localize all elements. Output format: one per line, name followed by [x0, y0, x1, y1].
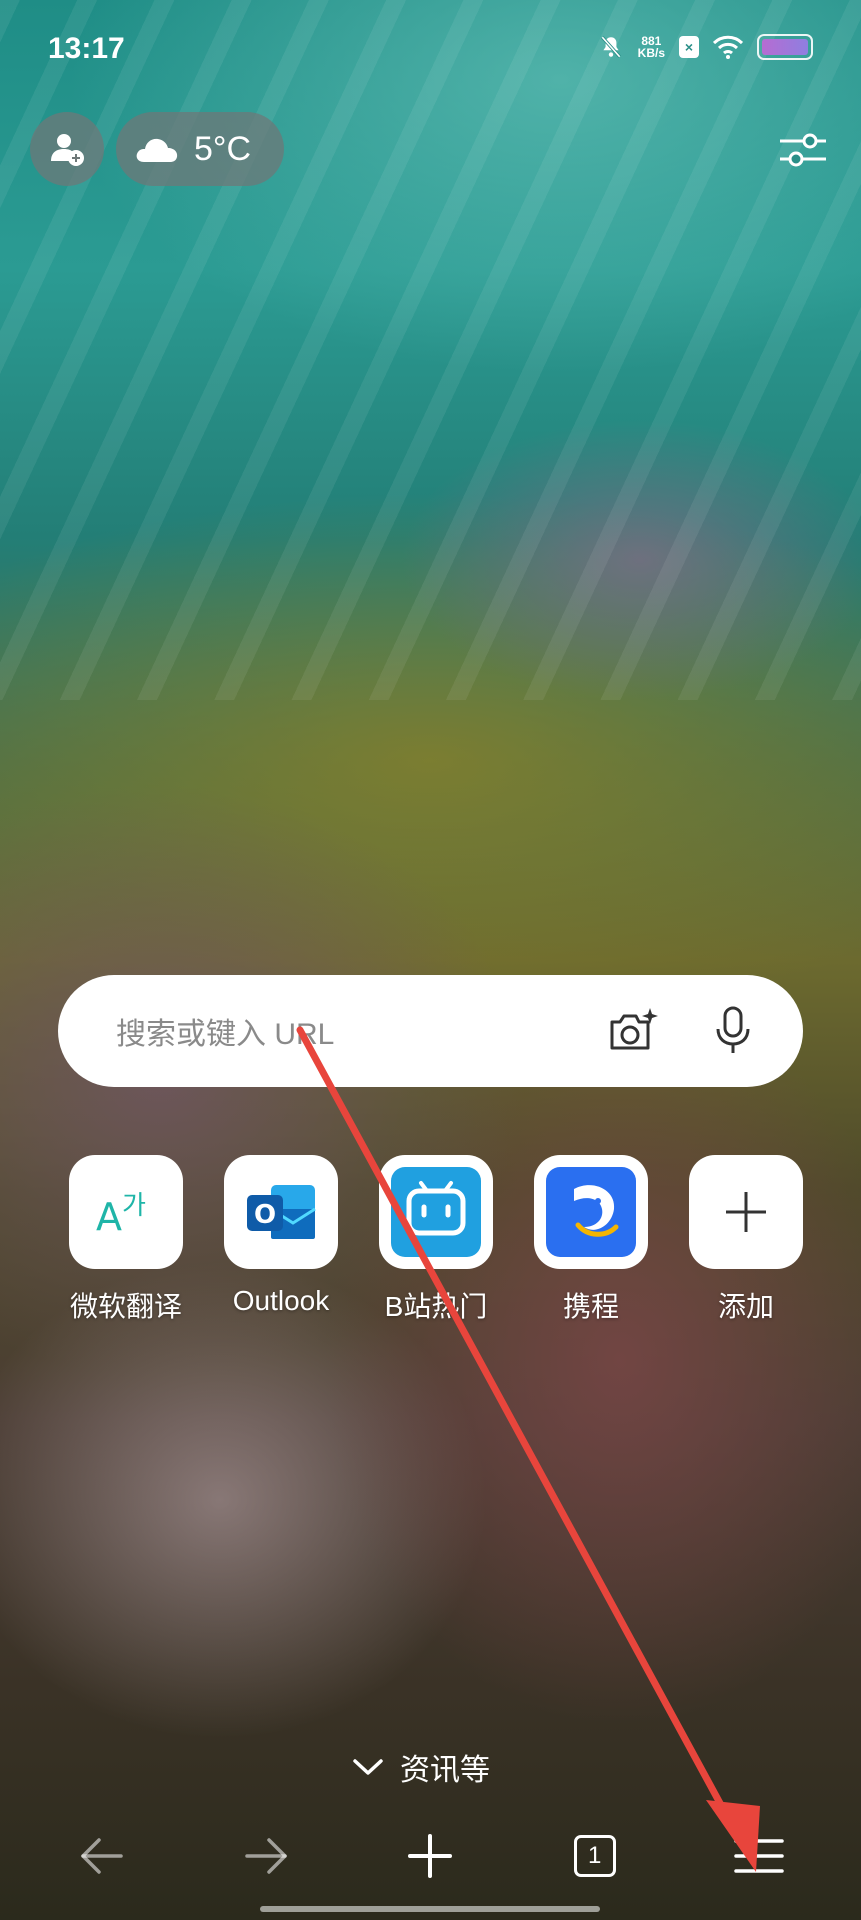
shortcut-bilibili[interactable]: B站热门 — [366, 1155, 506, 1325]
status-bar: 13:17 881 KB/s × — [0, 0, 861, 100]
svg-text:O: O — [254, 1200, 276, 1230]
shortcut-outlook[interactable]: O Outlook — [211, 1155, 351, 1325]
forward-arrow-icon — [245, 1838, 288, 1874]
shortcut-tile[interactable]: O — [224, 1155, 338, 1269]
menu-icon — [734, 1839, 784, 1873]
shortcut-tile[interactable] — [379, 1155, 493, 1269]
shortcut-tile[interactable]: A 가 — [69, 1155, 183, 1269]
cloud-icon — [136, 138, 178, 162]
svg-text:가: 가 — [122, 1191, 146, 1221]
search-bar[interactable]: 搜索或键入 URL — [58, 975, 803, 1087]
news-feed-label: 资讯等 — [400, 1754, 490, 1787]
page-settings-button[interactable] — [775, 122, 831, 178]
shortcut-tile[interactable] — [689, 1155, 803, 1269]
ctrip-icon — [546, 1167, 636, 1257]
bottom-toolbar: 1 — [0, 1815, 861, 1897]
forward-button[interactable] — [226, 1821, 306, 1891]
back-arrow-icon — [81, 1838, 123, 1874]
translator-icon: A 가 — [96, 1191, 146, 1239]
new-tab-button[interactable] — [390, 1821, 470, 1891]
profile-button[interactable] — [30, 112, 104, 186]
microphone-icon — [716, 1006, 750, 1053]
shortcut-ctrip[interactable]: 携程 — [521, 1155, 661, 1325]
home-indicator[interactable] — [260, 1906, 600, 1912]
wifi-icon — [713, 35, 743, 59]
search-input[interactable]: 搜索或键入 URL — [116, 1009, 563, 1053]
mute-icon — [600, 36, 621, 58]
chevron-down-icon — [353, 1759, 383, 1775]
outlook-icon: O — [247, 1185, 316, 1239]
shortcut-add[interactable]: 添加 — [676, 1155, 816, 1325]
add-profile-icon — [51, 134, 84, 166]
weather-button[interactable]: 5°C — [116, 112, 284, 186]
tab-count: 1 — [587, 1842, 602, 1869]
net-speed-unit: KB/s — [637, 46, 665, 60]
shortcut-label: 添加 — [717, 1291, 774, 1322]
visual-search-button[interactable] — [603, 1001, 663, 1061]
visual-search-camera-icon — [610, 1008, 658, 1050]
menu-button[interactable] — [719, 1821, 799, 1891]
temperature-label: 5°C — [194, 129, 252, 168]
shortcut-label: 微软翻译 — [69, 1291, 182, 1322]
voice-search-button[interactable] — [703, 1001, 763, 1061]
battery-icon — [757, 34, 813, 60]
status-icons: 881 KB/s × — [598, 34, 813, 60]
shortcut-label: Outlook — [232, 1285, 330, 1316]
shortcut-label: B站热门 — [384, 1291, 488, 1322]
bilibili-icon — [391, 1167, 481, 1257]
status-time: 13:17 — [48, 32, 125, 65]
shortcut-tile[interactable] — [534, 1155, 648, 1269]
shortcut-translator[interactable]: A 가 微软翻译 — [56, 1155, 196, 1325]
new-tab-plus-icon — [408, 1834, 453, 1878]
battery-level — [762, 39, 808, 55]
tabs-count-icon: 1 — [573, 1835, 616, 1877]
sim-disabled-icon: × — [679, 36, 699, 58]
shortcut-label: 携程 — [562, 1291, 619, 1322]
annotation-arrow — [296, 1026, 760, 1872]
back-button[interactable] — [62, 1821, 142, 1891]
background-light-rays — [0, 0, 861, 700]
sliders-icon — [780, 133, 826, 167]
news-feed-toggle[interactable]: 资讯等 — [352, 1745, 490, 1789]
tabs-button[interactable]: 1 — [555, 1821, 635, 1891]
net-speed: 881 KB/s — [638, 35, 665, 59]
svg-text:A: A — [96, 1195, 122, 1239]
shortcut-grid: A 가 微软翻译 O Outlook B站热门 携程 添加 — [56, 1155, 816, 1325]
plus-icon — [726, 1192, 766, 1232]
